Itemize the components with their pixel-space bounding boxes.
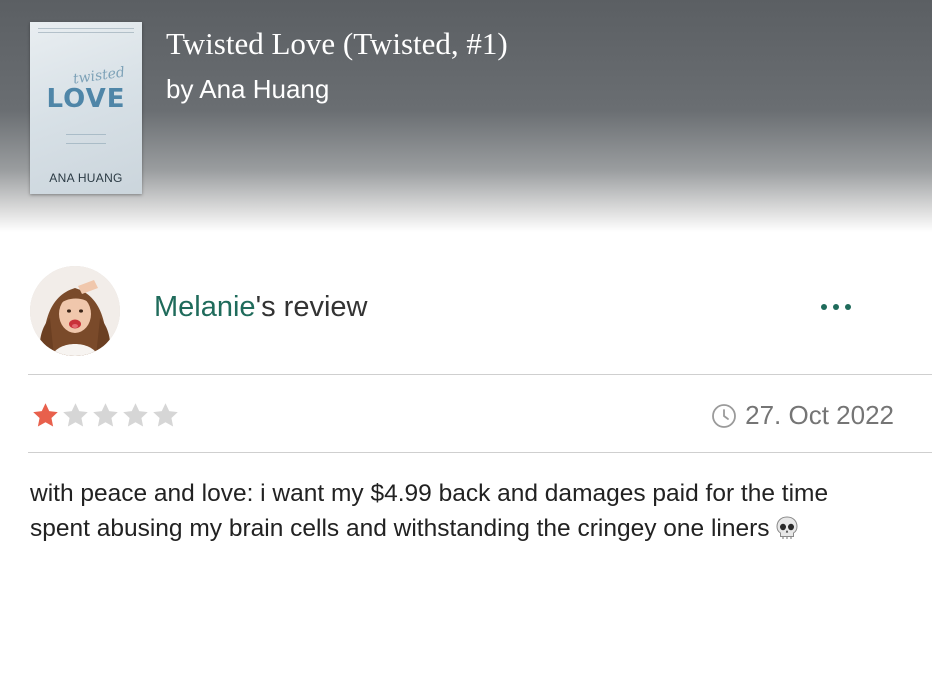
cover-title: LOVE [46, 84, 126, 114]
star-empty-icon [153, 403, 178, 427]
reviewer-name-link[interactable]: Melanie [154, 291, 256, 323]
book-title[interactable]: Twisted Love (Twisted, #1) [166, 26, 508, 62]
review-heading-suffix: 's review [255, 291, 368, 323]
review-date: 27. Oct 2022 [711, 400, 894, 431]
star-filled-icon [33, 403, 58, 427]
divider [28, 374, 932, 375]
star-empty-icon [63, 403, 88, 427]
cover-tagline [38, 28, 134, 33]
star-empty-icon [123, 403, 148, 427]
more-dot-icon [821, 304, 827, 310]
avatar[interactable] [30, 266, 120, 356]
cover-series-mark [66, 134, 106, 144]
book-cover[interactable]: twisted LOVE ANA HUANG [30, 22, 142, 194]
review-date-text: 27. Oct 2022 [745, 400, 894, 430]
skull-icon [776, 516, 798, 539]
divider [28, 452, 932, 453]
more-dot-icon [833, 304, 839, 310]
clock-icon [712, 403, 737, 428]
star-rating [30, 400, 180, 431]
avatar-photo [30, 266, 120, 356]
review-text: with peace and love: i want my $4.99 bac… [30, 480, 829, 542]
review-heading: Melanie's review [154, 291, 367, 324]
cover-author: ANA HUANG [49, 171, 123, 185]
book-header: twisted LOVE ANA HUANG Twisted Love (Twi… [0, 0, 932, 232]
review-body: with peace and love: i want my $4.99 bac… [30, 476, 890, 546]
more-dot-icon [845, 304, 851, 310]
star-empty-icon [93, 403, 118, 427]
book-author[interactable]: by Ana Huang [166, 74, 329, 105]
more-options-button[interactable] [812, 292, 860, 322]
